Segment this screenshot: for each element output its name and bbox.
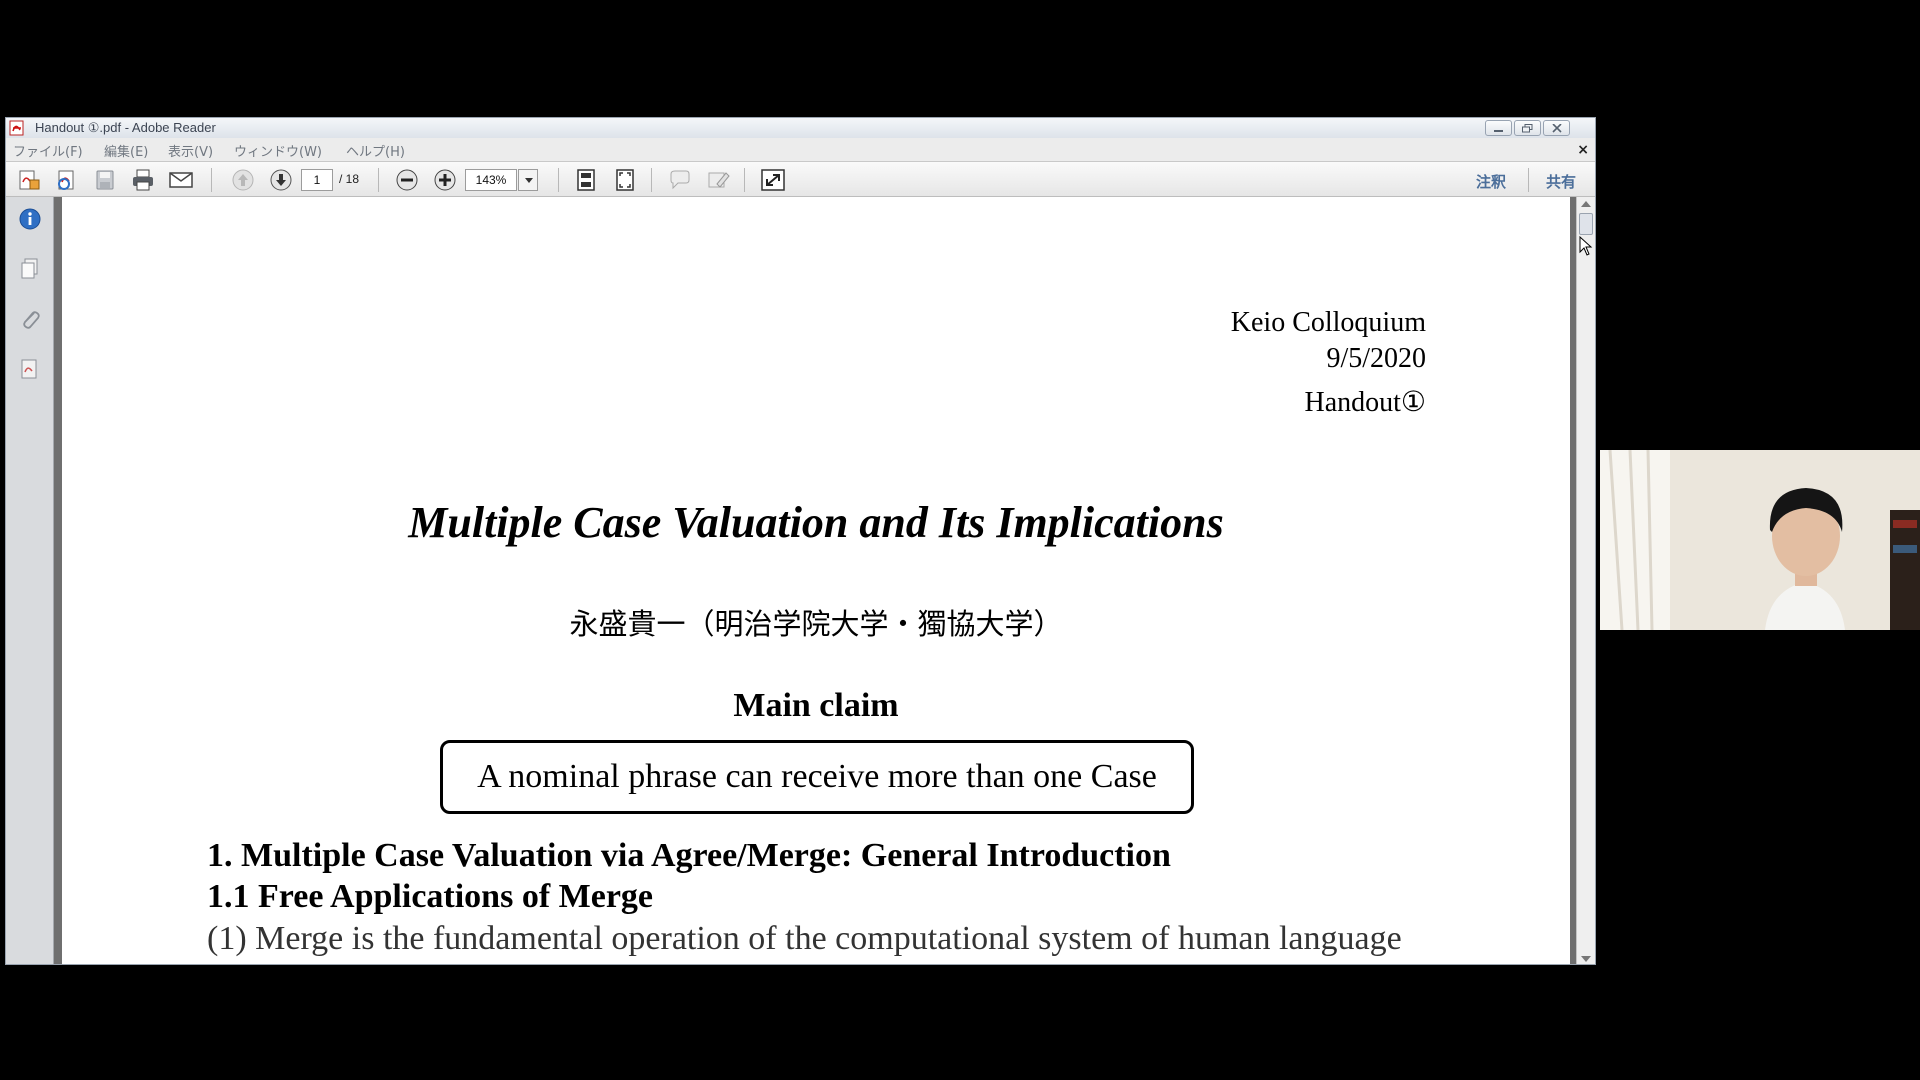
menu-file[interactable]: ファイル(F) xyxy=(13,141,83,160)
close-button[interactable] xyxy=(1543,120,1570,136)
header-handout: Handout① xyxy=(1304,387,1426,418)
section-heading: 1. Multiple Case Valuation via Agree/Mer… xyxy=(207,837,1171,874)
document-area[interactable]: Keio Colloquium 9/5/2020 Handout① Multip… xyxy=(54,197,1578,964)
paragraph-text: (1) Merge is the fundamental operation o… xyxy=(207,920,1402,957)
toolbar-separator xyxy=(651,168,652,192)
zoom-in-icon[interactable] xyxy=(432,168,458,192)
toolbar-separator xyxy=(378,168,379,192)
page-number-input[interactable]: 1 xyxy=(301,169,333,191)
print-icon[interactable] xyxy=(130,168,156,192)
title-bar: Handout ①.pdf - Adobe Reader xyxy=(6,118,1595,138)
subsection-heading: 1.1 Free Applications of Merge xyxy=(207,878,654,915)
previous-page-icon[interactable] xyxy=(230,168,256,192)
presenter-video-frame xyxy=(1600,450,1920,630)
menu-bar: ファイル(F) 編集(E) 表示(V) ウィンドウ(W) ヘルプ(H) xyxy=(6,139,1595,160)
next-page-icon[interactable] xyxy=(268,168,294,192)
menu-view[interactable]: 表示(V) xyxy=(168,141,213,160)
adobe-pdf-icon xyxy=(9,120,24,136)
page-total: / 18 xyxy=(339,172,360,186)
page-thumbnails-icon[interactable] xyxy=(17,257,43,281)
main-claim-box: A nominal phrase can receive more than o… xyxy=(440,740,1194,814)
header-date: 9/5/2020 xyxy=(1326,343,1426,374)
minimize-button[interactable] xyxy=(1485,120,1512,136)
scroll-thumb[interactable] xyxy=(1579,213,1593,235)
author-line: 永盛貴一（明治学院大学・獨協大学） xyxy=(569,609,1063,641)
fit-width-icon[interactable] xyxy=(612,168,638,192)
toolbar: 1 / 18 143% 注釈 共有 xyxy=(6,161,1595,197)
zoom-dropdown-button[interactable] xyxy=(518,169,538,191)
zoom-out-icon[interactable] xyxy=(394,168,420,192)
pdf-page: Keio Colloquium 9/5/2020 Handout① Multip… xyxy=(62,197,1570,964)
minimize-icon xyxy=(1494,130,1503,132)
navigation-pane xyxy=(6,197,54,964)
mouse-cursor-icon xyxy=(1579,236,1593,256)
restore-icon xyxy=(1522,124,1533,133)
document-title: Multiple Case Valuation and Its Implicat… xyxy=(408,498,1224,547)
attachments-icon[interactable] xyxy=(17,307,43,331)
highlight-icon[interactable] xyxy=(705,168,731,192)
toolbar-separator xyxy=(211,168,212,192)
window-title: Handout ①.pdf - Adobe Reader xyxy=(35,120,216,135)
header-event: Keio Colloquium xyxy=(1230,307,1426,338)
toolbar-separator xyxy=(1528,168,1529,192)
zoom-level-input[interactable]: 143% xyxy=(465,169,517,191)
info-icon[interactable] xyxy=(17,207,43,231)
scroll-down-icon[interactable] xyxy=(1581,956,1591,962)
close-icon xyxy=(1552,124,1562,133)
adobe-reader-window: Handout ①.pdf - Adobe Reader ファイル(F) 編集(… xyxy=(5,117,1596,965)
create-pdf-icon[interactable] xyxy=(16,168,42,192)
fit-page-icon[interactable] xyxy=(573,168,599,192)
vertical-scrollbar[interactable] xyxy=(1576,197,1595,964)
open-file-icon[interactable] xyxy=(54,168,80,192)
signatures-icon[interactable] xyxy=(17,357,43,381)
menu-help[interactable]: ヘルプ(H) xyxy=(346,141,405,160)
comment-icon[interactable] xyxy=(667,168,693,192)
menu-edit[interactable]: 編集(E) xyxy=(104,141,148,160)
full-screen-icon[interactable] xyxy=(760,168,786,192)
save-icon[interactable] xyxy=(92,168,118,192)
restore-button[interactable] xyxy=(1514,120,1541,136)
webcam-video xyxy=(1600,450,1920,630)
share-panel-button[interactable]: 共有 xyxy=(1546,171,1576,192)
toolbar-separator xyxy=(558,168,559,192)
comment-panel-button[interactable]: 注釈 xyxy=(1476,171,1506,192)
toolbar-separator xyxy=(744,168,745,192)
menu-window[interactable]: ウィンドウ(W) xyxy=(234,141,322,160)
scroll-up-icon[interactable] xyxy=(1581,201,1591,207)
email-icon[interactable] xyxy=(168,168,194,192)
close-document-icon[interactable]: × xyxy=(1577,142,1589,158)
main-claim-heading: Main claim xyxy=(733,687,899,724)
